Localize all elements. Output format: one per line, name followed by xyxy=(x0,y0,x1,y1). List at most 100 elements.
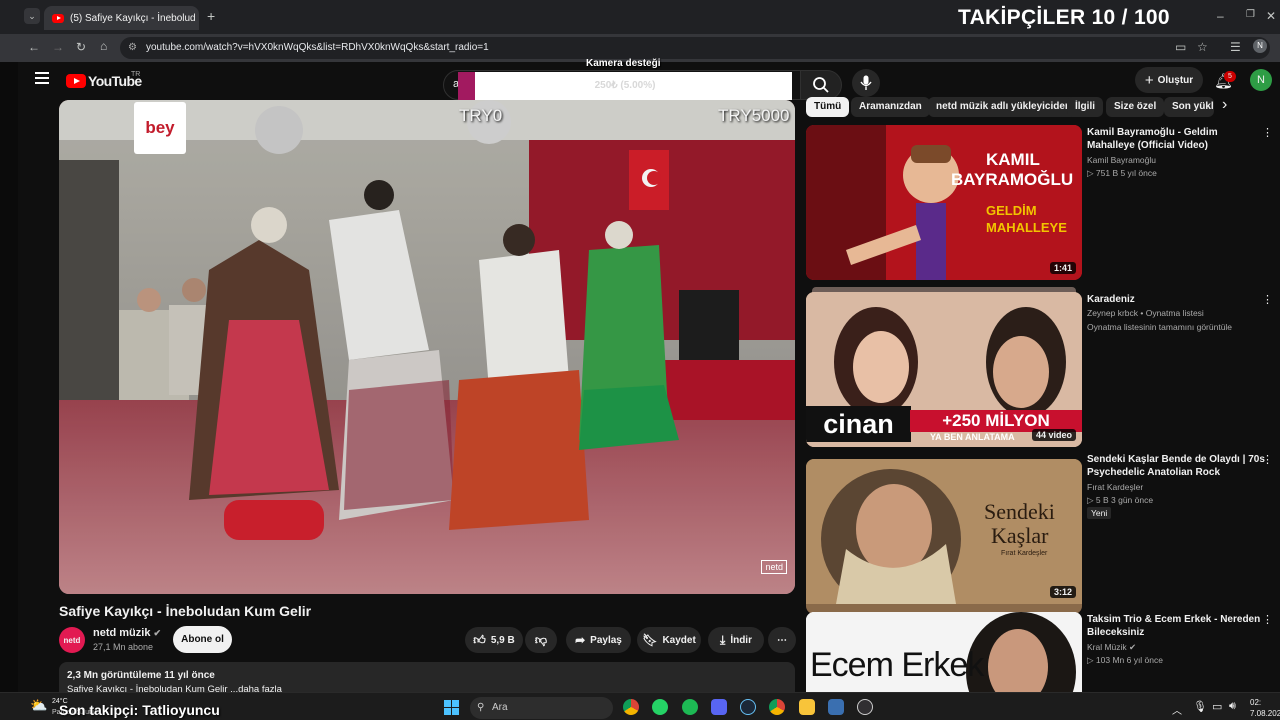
view-stats: 2,3 Mn görüntüleme 11 yıl önce xyxy=(67,670,215,681)
microphone-icon xyxy=(860,75,872,90)
home-icon[interactable]: ⌂ xyxy=(100,40,107,52)
share-label: Paylaş xyxy=(590,634,622,646)
taskbar-search-icon: ⚲ xyxy=(477,702,485,713)
tab-title: (5) Safiye Kayıkçı - İnebolud xyxy=(70,12,196,24)
cast-icon[interactable]: ▭ xyxy=(1175,41,1186,53)
forward-icon[interactable]: → xyxy=(52,41,64,53)
chip-from-uploader[interactable]: netd müzik adlı yükleyiciden xyxy=(928,97,1080,117)
close-window-icon[interactable]: ✕ xyxy=(1266,10,1276,22)
subscriber-count: 27,1 Mn abone xyxy=(93,642,154,652)
channel-name-text: netd müzik xyxy=(93,627,151,639)
back-icon[interactable]: ← xyxy=(28,41,40,53)
related-channel-3[interactable]: Fırat Kardeşler xyxy=(1087,482,1143,492)
thumb-text-kamil: KAMIL xyxy=(986,150,1040,169)
donation-max-label: TRY5000 xyxy=(718,106,790,125)
tab-list-icon[interactable]: ⌄ xyxy=(24,8,40,24)
weather-icon[interactable]: ⛅ xyxy=(30,697,47,714)
related-thumbnail-3[interactable]: Sendeki Kaşlar Fırat Kardeşler 3:12 xyxy=(806,459,1082,614)
reload-icon[interactable]: ↻ xyxy=(76,41,86,53)
tray-volume-icon[interactable]: 🔊︎ xyxy=(1229,700,1236,713)
chip-from-search[interactable]: Aramanızdan xyxy=(851,97,930,117)
new-tab-icon[interactable]: + xyxy=(207,9,215,23)
youtube-region: TR xyxy=(131,71,141,78)
channel-name[interactable]: netd müzik ✔ xyxy=(93,627,161,639)
last-follower-overlay: Son takipçi: Tatlioyuncu xyxy=(59,702,220,718)
tray-mic-icon[interactable]: 🎙︎ xyxy=(1193,700,1207,713)
tray-network-icon[interactable]: ▭ xyxy=(1212,700,1222,713)
related-more-icon-1[interactable]: ⋮ xyxy=(1262,126,1273,139)
discord-app-icon[interactable] xyxy=(711,699,727,715)
browser-tab-bar: ⌄ (5) Safiye Kayıkçı - İnebolud 🔊 ✕ + TA… xyxy=(0,0,1280,34)
thumb-text-ben-anlatama: YA BEN ANLATAMA xyxy=(930,432,1015,442)
spotify-app-icon[interactable] xyxy=(682,699,698,715)
cartoon-art xyxy=(806,125,1082,280)
site-info-icon[interactable]: ⚙ xyxy=(128,37,137,59)
bookmark-icon: 🔖︎ xyxy=(642,633,658,647)
channel-avatar[interactable]: netd xyxy=(59,627,85,653)
chips-next-icon[interactable]: › xyxy=(1222,96,1227,114)
related-channel-2[interactable]: Zeynep krbck • Oynatma listesi xyxy=(1087,308,1204,318)
search-button[interactable] xyxy=(800,70,842,100)
browser-tab[interactable]: (5) Safiye Kayıkçı - İnebolud 🔊 ✕ xyxy=(44,6,199,30)
share-icon: ➦ xyxy=(575,633,586,647)
whatsapp-app-icon[interactable] xyxy=(652,699,668,715)
like-button[interactable]: 👍︎ 5,9 B xyxy=(465,627,523,653)
create-button[interactable]: + Oluştur xyxy=(1135,67,1203,93)
related-channel-4[interactable]: Kral Müzik ✔ xyxy=(1087,642,1136,653)
subscribe-button[interactable]: Abone ol xyxy=(173,626,232,653)
dislike-button[interactable]: 👎︎ xyxy=(525,627,557,653)
voice-search-button[interactable] xyxy=(852,69,880,97)
related-thumbnail-2[interactable]: cinan +250 MİLYON YA BEN ANLATAMA 44 vid… xyxy=(806,292,1082,447)
chip-all[interactable]: Tümü xyxy=(806,97,850,117)
taskbar-search[interactable]: ⚲ Ara xyxy=(470,697,613,719)
obs-app-icon[interactable] xyxy=(857,699,873,715)
related-more-icon-2[interactable]: ⋮ xyxy=(1262,293,1273,306)
thumb-text-ecem: Ecem Erkek xyxy=(810,646,984,684)
extensions-icon[interactable]: ☰ xyxy=(1230,41,1241,53)
profile-icon[interactable]: N xyxy=(1253,39,1267,53)
plus-icon: + xyxy=(1144,71,1154,89)
playlist-count-badge: 44 video xyxy=(1031,429,1076,441)
clock-date[interactable]: 7.08.202 xyxy=(1250,709,1280,718)
chrome-app-icon[interactable] xyxy=(623,699,639,715)
more-actions-button[interactable]: ⋯ xyxy=(768,627,796,653)
video-title: Safiye Kayıkçı - İneboludan Kum Gelir xyxy=(59,603,312,619)
clock-time[interactable]: 02: xyxy=(1250,698,1261,707)
related-title-4[interactable]: Taksim Trio & Ecem Erkek - Nereden Bilec… xyxy=(1087,613,1267,639)
minimize-icon[interactable]: – xyxy=(1217,10,1224,22)
youtube-logo-icon[interactable] xyxy=(66,74,86,88)
related-more-icon-3[interactable]: ⋮ xyxy=(1262,453,1273,466)
channel-watermark: bey xyxy=(134,102,186,154)
chip-for-you[interactable]: Size özel xyxy=(1106,97,1165,117)
create-label: Oluştur xyxy=(1157,74,1194,86)
related-thumbnail-4[interactable]: Ecem Erkek xyxy=(806,612,1082,692)
related-thumbnail-1[interactable]: KAMIL BAYRAMOĞLU GELDİM MAHALLEYE 1:41 xyxy=(806,125,1082,280)
chrome-app-icon-2[interactable] xyxy=(769,699,785,715)
url-field[interactable]: ⚙ youtube.com/watch?v=hVX0knWqQks&list=R… xyxy=(120,37,1270,59)
related-title-3[interactable]: Sendeki Kaşlar Bende de Olaydı | 70s Psy… xyxy=(1087,453,1267,479)
bookmark-star-icon[interactable]: ☆ xyxy=(1197,41,1208,53)
thumb-text-bayramoglu: BAYRAMOĞLU xyxy=(951,170,1074,189)
maximize-icon[interactable]: ❐ xyxy=(1246,10,1255,20)
app-icon-8[interactable] xyxy=(828,699,844,715)
tray-chevron-icon[interactable]: ︿ xyxy=(1172,702,1182,717)
video-player[interactable]: bey netd xyxy=(59,100,795,594)
share-button[interactable]: ➦ Paylaş xyxy=(566,627,631,653)
related-title-1[interactable]: Kamil Bayramoğlu - Geldim Mahalleye (Off… xyxy=(1087,126,1267,152)
hamburger-menu-icon[interactable] xyxy=(35,72,49,84)
chip-related[interactable]: İlgili xyxy=(1067,97,1103,117)
thumb-text-cinan: cinan xyxy=(806,406,911,442)
chip-recent[interactable]: Son yükle xyxy=(1164,97,1214,117)
avatar[interactable]: N xyxy=(1250,69,1272,91)
related-more-icon-4[interactable]: ⋮ xyxy=(1262,613,1273,626)
save-button[interactable]: 🔖︎ Kaydet xyxy=(637,627,701,653)
windows-start-icon[interactable] xyxy=(444,700,459,715)
download-button[interactable]: ⤓ İndir xyxy=(708,627,764,653)
related-title-2[interactable]: Karadeniz xyxy=(1087,293,1267,306)
donation-bar-text: 250₺ (5.00%) xyxy=(594,80,656,91)
related-channel-1[interactable]: Kamil Bayramoğlu xyxy=(1087,155,1156,165)
followers-goal-overlay: TAKİPÇİLER 10 / 100 xyxy=(958,6,1170,29)
steam-app-icon[interactable] xyxy=(740,699,756,715)
file-explorer-app-icon[interactable] xyxy=(799,699,815,715)
related-meta-2[interactable]: Oynatma listesinin tamamını görüntüle xyxy=(1087,322,1232,332)
